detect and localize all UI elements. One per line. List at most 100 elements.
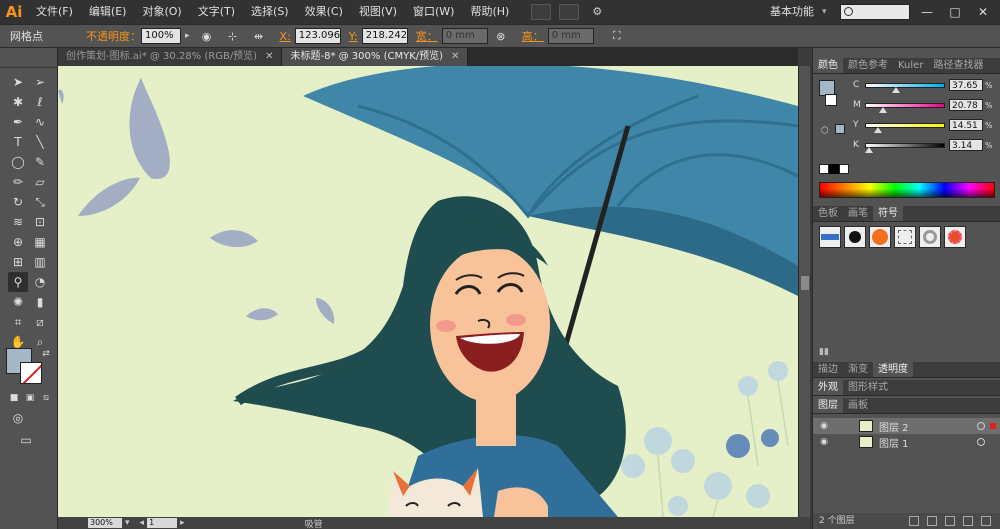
lasso-tool-icon[interactable]: ℓ xyxy=(30,92,50,112)
pen-tool-icon[interactable]: ✒ xyxy=(8,112,28,132)
target-icon[interactable] xyxy=(977,438,985,446)
symbol-flower[interactable] xyxy=(944,226,966,248)
menu-item[interactable]: 文字(T) xyxy=(190,0,243,24)
ellipse-tool-icon[interactable]: ◯ xyxy=(8,152,28,172)
slider-knob[interactable] xyxy=(864,146,873,153)
recolor-icon[interactable]: ◉ xyxy=(198,28,216,44)
graph-tool-icon[interactable]: ▮ xyxy=(30,292,50,312)
line-tool-icon[interactable]: ╲ xyxy=(30,132,50,152)
slider-knob[interactable] xyxy=(892,86,901,93)
bridge-icon[interactable] xyxy=(531,4,552,20)
symbol-orange-button[interactable] xyxy=(869,226,891,248)
symbol-blue-banner[interactable] xyxy=(819,226,841,248)
height-field[interactable]: 0 mm xyxy=(547,28,594,44)
selection-tool-icon[interactable]: ➤ xyxy=(8,72,28,92)
minimize-button[interactable]: — xyxy=(916,3,938,21)
perspective-grid-tool-icon[interactable]: ▦ xyxy=(30,232,50,252)
color-panel-stroke[interactable] xyxy=(825,94,837,106)
menu-item[interactable]: 视图(V) xyxy=(351,0,405,24)
opacity-field[interactable]: 100% xyxy=(141,28,181,44)
menu-item[interactable]: 文件(F) xyxy=(28,0,81,24)
close-icon[interactable]: ✕ xyxy=(451,48,459,66)
white-swatch[interactable] xyxy=(839,164,849,174)
selection-indicator[interactable] xyxy=(990,423,996,429)
link-icon[interactable]: ⊗ xyxy=(492,28,510,44)
transform-icon[interactable]: ⛶ xyxy=(608,28,626,44)
chevron-down-icon[interactable]: ▾ xyxy=(822,0,827,24)
locate-object-icon[interactable] xyxy=(909,516,919,526)
tab-color-guide[interactable]: 颜色参考 xyxy=(843,58,893,73)
menu-item[interactable]: 效果(C) xyxy=(297,0,351,24)
none-mode-icon[interactable]: ⧅ xyxy=(36,388,56,408)
menu-item[interactable]: 对象(O) xyxy=(134,0,189,24)
scrollbar-thumb[interactable] xyxy=(801,276,809,290)
screen-mode-icon[interactable]: ▭ xyxy=(16,430,36,450)
scale-tool-icon[interactable]: ⤡ xyxy=(30,192,50,212)
symbol-library-icon[interactable]: ▮▮ xyxy=(819,347,829,357)
eye-icon[interactable]: ◉ xyxy=(817,421,831,431)
layer-row[interactable]: ◉ 图层 2 xyxy=(813,418,1000,434)
tab-artboards[interactable]: 画板 xyxy=(843,398,873,413)
menu-item[interactable]: 帮助(H) xyxy=(462,0,517,24)
toolbar-grip[interactable] xyxy=(0,48,57,68)
rotate-tool-icon[interactable]: ↻ xyxy=(8,192,28,212)
page-field[interactable]: 1 xyxy=(147,518,178,528)
warp-tool-icon[interactable]: ≋ xyxy=(8,212,28,232)
type-tool-icon[interactable]: T xyxy=(8,132,28,152)
search-input[interactable] xyxy=(840,4,910,20)
gradient-tool-icon[interactable]: ▥ xyxy=(30,252,50,272)
tab-color[interactable]: 颜色 xyxy=(813,58,843,73)
menu-item[interactable]: 窗口(W) xyxy=(405,0,462,24)
artboard-canvas[interactable] xyxy=(58,66,798,517)
black-swatch[interactable] xyxy=(829,164,839,174)
shape-builder-tool-icon[interactable]: ⊕ xyxy=(8,232,28,252)
tab-graphic-styles[interactable]: 图形样式 xyxy=(843,380,893,395)
channel-slider[interactable] xyxy=(865,122,945,133)
trash-icon[interactable] xyxy=(981,516,991,526)
chevron-right-icon[interactable]: ▸ xyxy=(185,31,190,41)
color-spectrum[interactable] xyxy=(819,182,995,198)
arrange-documents-icon[interactable] xyxy=(559,4,580,20)
channel-value-field[interactable]: 37.65 xyxy=(949,79,983,91)
target-icon[interactable] xyxy=(977,422,985,430)
blend-tool-icon[interactable]: ◔ xyxy=(30,272,50,292)
paintbrush-tool-icon[interactable]: ✎ xyxy=(30,152,50,172)
cube-icon[interactable]: ⬡ xyxy=(821,126,829,136)
close-window-button[interactable]: ✕ xyxy=(972,3,994,21)
channel-value-field[interactable]: 14.51 xyxy=(949,119,983,131)
tab-swatches[interactable]: 色板 xyxy=(813,206,843,221)
first-page-icon[interactable]: ◂ xyxy=(140,518,145,528)
sync-icon[interactable]: ⚙ xyxy=(587,4,607,20)
close-icon[interactable]: ✕ xyxy=(265,48,273,66)
channel-value-field[interactable]: 3.14 xyxy=(949,139,983,151)
pencil-tool-icon[interactable]: ✏ xyxy=(8,172,28,192)
slider-knob[interactable] xyxy=(873,126,882,133)
symbol-ink-splat[interactable] xyxy=(844,226,866,248)
channel-slider[interactable] xyxy=(865,82,945,93)
tab-document-1[interactable]: 创作策划-图标.ai* @ 30.28% (RGB/预览) ✕ xyxy=(58,48,283,66)
y-field[interactable]: 218.242 xyxy=(361,28,408,44)
tab-pathfinder[interactable]: 路径查找器 xyxy=(928,58,988,73)
symbol-sprayer-tool-icon[interactable]: ✺ xyxy=(8,292,28,312)
slice-tool-icon[interactable]: ⧄ xyxy=(30,312,50,332)
tab-kuler[interactable]: Kuler xyxy=(893,58,928,73)
vertical-scrollbar[interactable] xyxy=(798,66,810,517)
eraser-tool-icon[interactable]: ▱ xyxy=(30,172,50,192)
curvature-tool-icon[interactable]: ∿ xyxy=(30,112,50,132)
menu-item[interactable]: 选择(S) xyxy=(243,0,297,24)
tab-transparency[interactable]: 透明度 xyxy=(873,362,913,377)
tab-appearance[interactable]: 外观 xyxy=(813,380,843,395)
tab-stroke[interactable]: 描边 xyxy=(813,362,843,377)
workspace-switcher[interactable]: 基本功能 xyxy=(770,0,814,24)
tab-symbols[interactable]: 符号 xyxy=(873,206,903,221)
tab-layers[interactable]: 图层 xyxy=(813,398,843,413)
direct-selection-tool-icon[interactable]: ➢ xyxy=(30,72,50,92)
channel-slider[interactable] xyxy=(864,142,945,153)
tab-gradient[interactable]: 渐变 xyxy=(843,362,873,377)
channel-value-field[interactable]: 20.78 xyxy=(949,99,983,111)
free-transform-tool-icon[interactable]: ⊡ xyxy=(30,212,50,232)
menu-item[interactable]: 编辑(E) xyxy=(81,0,135,24)
layer-name[interactable]: 图层 1 xyxy=(879,435,909,450)
slider-knob[interactable] xyxy=(878,106,887,113)
tab-brushes[interactable]: 画笔 xyxy=(843,206,873,221)
